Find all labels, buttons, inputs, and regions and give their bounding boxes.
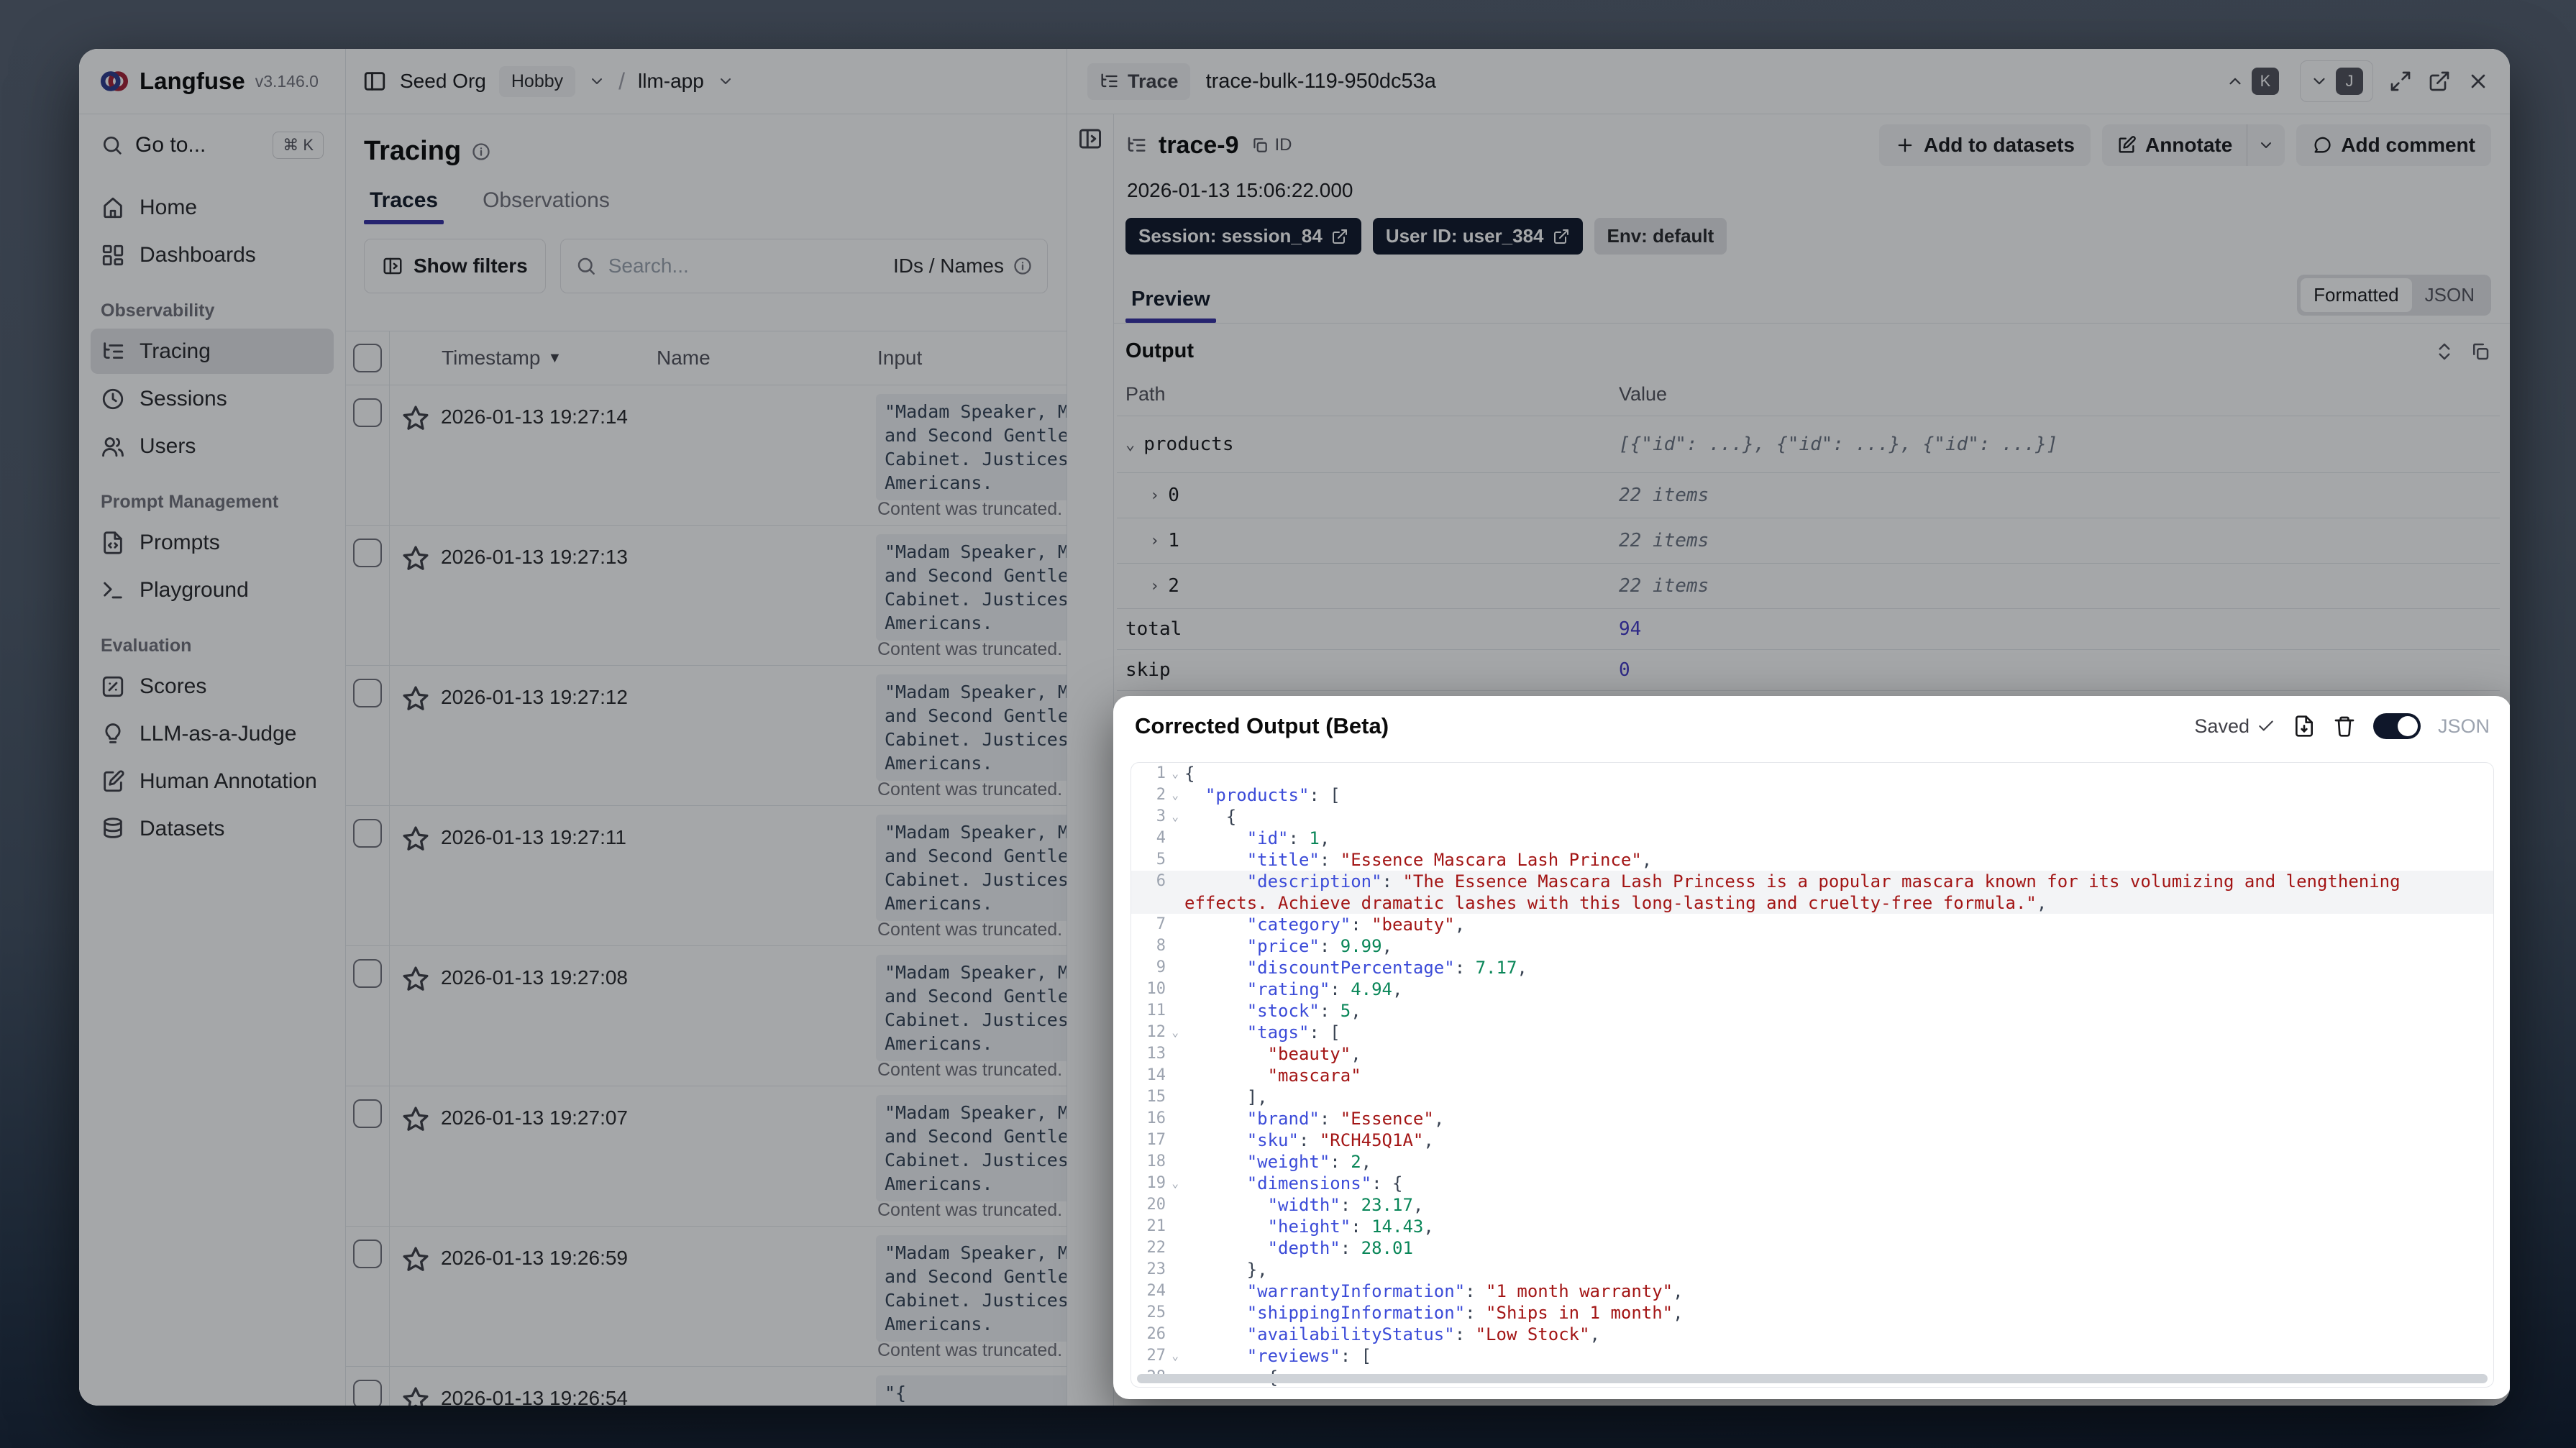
- code-line-21[interactable]: 21 "height": 14.43,: [1131, 1216, 2493, 1237]
- corrected-output-card: Corrected Output (Beta) Saved JSON 1 ⌄{2 ⌄…: [1113, 696, 2510, 1399]
- code-line-14[interactable]: 14 "mascara": [1131, 1065, 2493, 1086]
- fold-chevron-icon[interactable]: ⌄: [1166, 784, 1179, 806]
- code-content: "brand": "Essence",: [1246, 1109, 1445, 1129]
- fold-chevron-icon[interactable]: ⌄: [1166, 763, 1179, 784]
- code-content: "depth": 28.01: [1267, 1238, 1413, 1258]
- code-content: "width": 23.17,: [1267, 1195, 1424, 1215]
- code-content: "id": 1,: [1246, 828, 1330, 848]
- code-line-23[interactable]: 23 },: [1131, 1259, 2493, 1280]
- code-line-18[interactable]: 18 "weight": 2,: [1131, 1151, 2493, 1173]
- code-content: {: [1184, 764, 1195, 784]
- code-content: "weight": 2,: [1246, 1152, 1372, 1172]
- line-number: 19 ⌄: [1131, 1173, 1182, 1194]
- line-number: 7: [1156, 915, 1166, 933]
- line-number: 17: [1146, 1131, 1166, 1149]
- fold-chevron-icon[interactable]: ⌄: [1166, 806, 1179, 828]
- code-content: "reviews": [: [1246, 1346, 1372, 1366]
- code-line-4[interactable]: 4 "id": 1,: [1131, 828, 2493, 849]
- code-line-20[interactable]: 20 "width": 23.17,: [1131, 1194, 2493, 1216]
- code-content: "availabilityStatus": "Low Stock",: [1246, 1324, 1600, 1344]
- code-content: "discountPercentage": 7.17,: [1246, 958, 1527, 978]
- code-line-19[interactable]: 19 ⌄ "dimensions": {: [1131, 1173, 2493, 1194]
- line-number: 4: [1156, 829, 1166, 847]
- code-line-9[interactable]: 9 "discountPercentage": 7.17,: [1131, 957, 2493, 979]
- code-content: "stock": 5,: [1246, 1001, 1361, 1021]
- json-toggle[interactable]: [2372, 713, 2421, 739]
- code-line-3[interactable]: 3 ⌄ {: [1131, 806, 2493, 828]
- code-content: "beauty",: [1267, 1044, 1361, 1064]
- code-line-25[interactable]: 25 "shippingInformation": "Ships in 1 mo…: [1131, 1302, 2493, 1324]
- code-content: "description": "The Essence Mascara Lash…: [1184, 871, 2411, 913]
- code-content: "sku": "RCH45Q1A",: [1246, 1130, 1434, 1150]
- code-line-15[interactable]: 15 ],: [1131, 1086, 2493, 1108]
- line-number: 13: [1146, 1045, 1166, 1063]
- code-line-10[interactable]: 10 "rating": 4.94,: [1131, 979, 2493, 1000]
- fold-chevron-icon[interactable]: ⌄: [1166, 1022, 1179, 1043]
- code-line-5[interactable]: 5 "title": "Essence Mascara Lash Prince"…: [1131, 849, 2493, 871]
- check-icon: [2259, 720, 2273, 731]
- code-content: "dimensions": {: [1246, 1173, 1403, 1193]
- line-number: 26: [1146, 1325, 1166, 1343]
- line-number: 10: [1146, 980, 1166, 998]
- line-number: 27 ⌄: [1131, 1345, 1182, 1367]
- json-toggle-label: JSON: [2437, 715, 2490, 737]
- code-content: ],: [1246, 1087, 1268, 1107]
- code-line-11[interactable]: 11 "stock": 5,: [1131, 1000, 2493, 1022]
- code-line-17[interactable]: 17 "sku": "RCH45Q1A",: [1131, 1129, 2493, 1151]
- line-number: 22: [1146, 1239, 1166, 1257]
- code-line-2[interactable]: 2 ⌄ "products": [: [1131, 784, 2493, 806]
- horizontal-scrollbar[interactable]: [1137, 1374, 2488, 1383]
- save-file-icon[interactable]: [2293, 715, 2316, 738]
- code-content: "shippingInformation": "Ships in 1 month…: [1246, 1303, 1684, 1323]
- line-number: 14: [1146, 1066, 1166, 1084]
- code-line-6[interactable]: 6 "description": "The Essence Mascara La…: [1131, 871, 2493, 914]
- saved-status: Saved: [2194, 715, 2275, 738]
- code-line-13[interactable]: 13 "beauty",: [1131, 1043, 2493, 1065]
- code-content: "mascara": [1267, 1066, 1361, 1086]
- line-number: 18: [1146, 1153, 1166, 1170]
- code-content: "price": 9.99,: [1246, 936, 1393, 956]
- line-number: 15: [1146, 1088, 1166, 1106]
- line-number: 21: [1146, 1217, 1166, 1235]
- json-editor[interactable]: 1 ⌄{2 ⌄ "products": [3 ⌄ {4 "id": 1, 5 "titl…: [1131, 762, 2494, 1388]
- code-content: "height": 14.43,: [1267, 1216, 1434, 1237]
- code-line-16[interactable]: 16 "brand": "Essence",: [1131, 1108, 2493, 1129]
- line-number: 2 ⌄: [1131, 784, 1182, 806]
- line-number: 6: [1156, 872, 1166, 890]
- code-content: "tags": [: [1246, 1022, 1340, 1043]
- code-content: "category": "beauty",: [1246, 915, 1466, 935]
- code-content: "rating": 4.94,: [1246, 979, 1403, 999]
- line-number: 12 ⌄: [1131, 1022, 1182, 1043]
- line-number: 8: [1156, 937, 1166, 955]
- line-number: 25: [1146, 1303, 1166, 1321]
- code-line-12[interactable]: 12 ⌄ "tags": [: [1131, 1022, 2493, 1043]
- line-number: 23: [1146, 1260, 1166, 1278]
- line-number: 24: [1146, 1282, 1166, 1300]
- code-line-27[interactable]: 27 ⌄ "reviews": [: [1131, 1345, 2493, 1367]
- code-line-1[interactable]: 1 ⌄{: [1131, 763, 2493, 784]
- code-content: "warrantyInformation": "1 month warranty…: [1246, 1281, 1684, 1301]
- code-content: "products": [: [1205, 785, 1340, 805]
- code-line-8[interactable]: 8 "price": 9.99,: [1131, 935, 2493, 957]
- line-number: 3 ⌄: [1131, 806, 1182, 828]
- corrected-output-title: Corrected Output (Beta): [1135, 713, 1389, 738]
- trash-icon[interactable]: [2333, 715, 2356, 738]
- code-line-26[interactable]: 26 "availabilityStatus": "Low Stock",: [1131, 1324, 2493, 1345]
- line-number: 1 ⌄: [1131, 763, 1182, 784]
- line-number: 5: [1156, 851, 1166, 869]
- fold-chevron-icon[interactable]: ⌄: [1166, 1345, 1179, 1367]
- code-content: },: [1246, 1260, 1268, 1280]
- line-number: 16: [1146, 1109, 1166, 1127]
- app-window: Langfuse v3.146.0 Go to... ⌘ K Home Dashb…: [79, 49, 2510, 1406]
- line-number: 20: [1146, 1196, 1166, 1214]
- code-line-7[interactable]: 7 "category": "beauty",: [1131, 914, 2493, 935]
- desktop-background: Langfuse v3.146.0 Go to... ⌘ K Home Dashb…: [0, 0, 2576, 1448]
- line-number: 9: [1156, 958, 1166, 976]
- fold-chevron-icon[interactable]: ⌄: [1166, 1173, 1179, 1194]
- line-number: 11: [1146, 1002, 1166, 1019]
- code-line-22[interactable]: 22 "depth": 28.01: [1131, 1237, 2493, 1259]
- code-content: "title": "Essence Mascara Lash Prince",: [1246, 850, 1653, 870]
- code-line-24[interactable]: 24 "warrantyInformation": "1 month warra…: [1131, 1280, 2493, 1302]
- code-content: {: [1225, 807, 1237, 827]
